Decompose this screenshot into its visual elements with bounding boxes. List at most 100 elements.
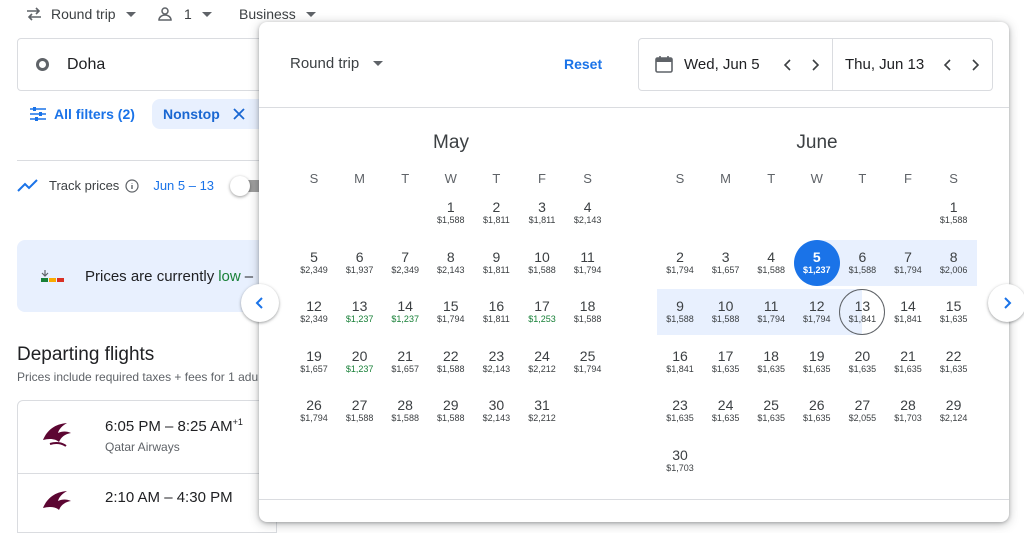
trip-type-select[interactable]: Round trip — [26, 4, 136, 24]
day-price: $1,657 — [300, 363, 328, 374]
chevron-down-icon — [373, 61, 384, 66]
calendar-day[interactable]: 17 $1,253 — [519, 289, 565, 335]
month-title-june: June — [796, 132, 838, 153]
calendar-day[interactable]: 19 $1,635 — [794, 339, 840, 385]
calendar-day[interactable]: 3 $1,657 — [703, 240, 749, 286]
calendar-day[interactable]: 11 $1,794 — [565, 240, 611, 286]
calendar-day[interactable]: 22 $1,588 — [428, 339, 474, 385]
reset-button[interactable]: Reset — [564, 56, 602, 72]
weekday-header: T — [767, 171, 776, 186]
calendar-day[interactable]: 26 $1,794 — [291, 388, 337, 434]
calendar-day[interactable]: 28 $1,703 — [885, 388, 931, 434]
day-number: 7 — [904, 248, 912, 265]
day-price: $1,588 — [437, 215, 465, 225]
chevron-right-icon[interactable] — [968, 58, 982, 72]
calendar-day[interactable]: 8 $2,006 — [931, 240, 977, 286]
calendar-day[interactable]: 24 $1,635 — [703, 388, 749, 434]
calendar-day[interactable]: 23 $2,143 — [473, 339, 519, 385]
all-filters-button[interactable]: All filters (2) — [30, 106, 135, 122]
flight-time: 2:10 AM – 4:30 PM — [105, 489, 233, 506]
cabin-class-select[interactable]: Business — [239, 4, 316, 24]
calendar-day[interactable]: 10 $1,588 — [703, 289, 749, 335]
calendar-day[interactable]: 10 $1,588 — [519, 240, 565, 286]
previous-month-button[interactable] — [241, 284, 279, 322]
calendar-day[interactable]: 9 $1,588 — [657, 289, 703, 335]
calendar-day[interactable]: 2 $1,811 — [473, 190, 519, 236]
calendar-day[interactable]: 13 $1,841 — [839, 289, 885, 335]
calendar-day[interactable]: 18 $1,635 — [748, 339, 794, 385]
calendar-day[interactable]: 19 $1,657 — [291, 339, 337, 385]
calendar-day[interactable]: 3 $1,811 — [519, 190, 565, 236]
close-icon[interactable] — [233, 108, 245, 120]
calendar-day[interactable]: 13 $1,237 — [337, 289, 383, 335]
day-price: $2,349 — [391, 264, 419, 275]
calendar-day[interactable]: 21 $1,635 — [885, 339, 931, 385]
calendar-day[interactable]: 17 $1,635 — [703, 339, 749, 385]
departing-flights-heading: Departing flights — [17, 344, 155, 365]
info-icon[interactable] — [125, 178, 139, 193]
return-date[interactable]: Thu, Jun 13 — [845, 56, 924, 73]
calendar-day[interactable]: 27 $2,055 — [839, 388, 885, 434]
nonstop-chip[interactable]: Nonstop — [152, 99, 272, 129]
calendar-day[interactable]: 6 $1,588 — [839, 240, 885, 286]
calendar-day[interactable]: 7 $2,349 — [382, 240, 428, 286]
calendar-day[interactable]: 14 $1,841 — [885, 289, 931, 335]
calendar-day[interactable]: 4 $2,143 — [565, 190, 611, 236]
insight-level: low — [218, 267, 241, 285]
calendar-day[interactable]: 29 $1,588 — [428, 388, 474, 434]
calendar-day[interactable]: 5 $1,237 — [794, 240, 840, 286]
calendar-day[interactable]: 15 $1,794 — [428, 289, 474, 335]
calendar-day[interactable]: 24 $2,212 — [519, 339, 565, 385]
calendar-day[interactable]: 30 $1,703 — [657, 438, 703, 484]
calendar-day[interactable]: 20 $1,237 — [337, 339, 383, 385]
calendar-day[interactable]: 6 $1,937 — [337, 240, 383, 286]
calendar-day[interactable]: 31 $2,212 — [519, 388, 565, 434]
origin-field[interactable]: Doha — [17, 38, 277, 91]
calendar-day[interactable]: 25 $1,794 — [565, 339, 611, 385]
calendar-day[interactable]: 16 $1,841 — [657, 339, 703, 385]
calendar-day[interactable]: 12 $1,794 — [794, 289, 840, 335]
calendar-day[interactable]: 16 $1,811 — [473, 289, 519, 335]
popup-trip-type-select[interactable]: Round trip — [290, 55, 384, 72]
calendar-day[interactable]: 28 $1,588 — [382, 388, 428, 434]
chevron-left-icon — [255, 297, 263, 309]
calendar-day[interactable]: 29 $2,124 — [931, 388, 977, 434]
day-number: 2 — [492, 199, 501, 215]
day-price: $1,794 — [803, 314, 831, 324]
day-number: 25 — [763, 397, 779, 413]
calendar-day[interactable]: 9 $1,811 — [473, 240, 519, 286]
calendar-day[interactable]: 12 $2,349 — [291, 289, 337, 335]
calendar-day[interactable]: 23 $1,635 — [657, 388, 703, 434]
day-price: $1,657 — [391, 363, 419, 374]
calendar-day[interactable]: 7 $1,794 — [885, 240, 931, 286]
calendar-day[interactable]: 21 $1,657 — [382, 339, 428, 385]
calendar-day[interactable]: 1 $1,588 — [428, 190, 474, 236]
calendar-day[interactable]: 5 $2,349 — [291, 240, 337, 286]
calendar-day[interactable]: 26 $1,635 — [794, 388, 840, 434]
calendar-day[interactable]: 30 $2,143 — [473, 388, 519, 434]
passengers-select[interactable]: 1 — [158, 4, 212, 24]
calendar-day[interactable]: 14 $1,237 — [382, 289, 428, 335]
calendar-day[interactable]: 11 $1,794 — [748, 289, 794, 335]
chevron-right-icon[interactable] — [808, 58, 822, 72]
calendar-day[interactable]: 2 $1,794 — [657, 240, 703, 286]
chevron-left-icon[interactable] — [781, 58, 795, 72]
next-month-button[interactable] — [988, 284, 1024, 322]
calendar-day[interactable]: 25 $1,635 — [748, 388, 794, 434]
calendar-day[interactable]: 8 $2,143 — [428, 240, 474, 286]
calendar-day[interactable]: 4 $1,588 — [748, 240, 794, 286]
departure-date[interactable]: Wed, Jun 5 — [684, 56, 760, 73]
calendar-day[interactable]: 22 $1,635 — [931, 339, 977, 385]
day-number: 5 — [812, 248, 821, 265]
day-number: 12 — [306, 298, 322, 314]
chevron-left-icon[interactable] — [941, 58, 955, 72]
insight-prefix: Prices are currently — [85, 267, 215, 285]
calendar-day[interactable]: 20 $1,635 — [839, 339, 885, 385]
calendar-day[interactable]: 18 $1,588 — [565, 289, 611, 335]
date-divider — [832, 39, 833, 90]
day-price: $1,794 — [573, 363, 602, 374]
calendar-day[interactable]: 1 $1,588 — [931, 190, 977, 236]
calendar-day[interactable]: 15 $1,635 — [931, 289, 977, 335]
day-number: 18 — [579, 298, 596, 314]
calendar-day[interactable]: 27 $1,588 — [337, 388, 383, 434]
